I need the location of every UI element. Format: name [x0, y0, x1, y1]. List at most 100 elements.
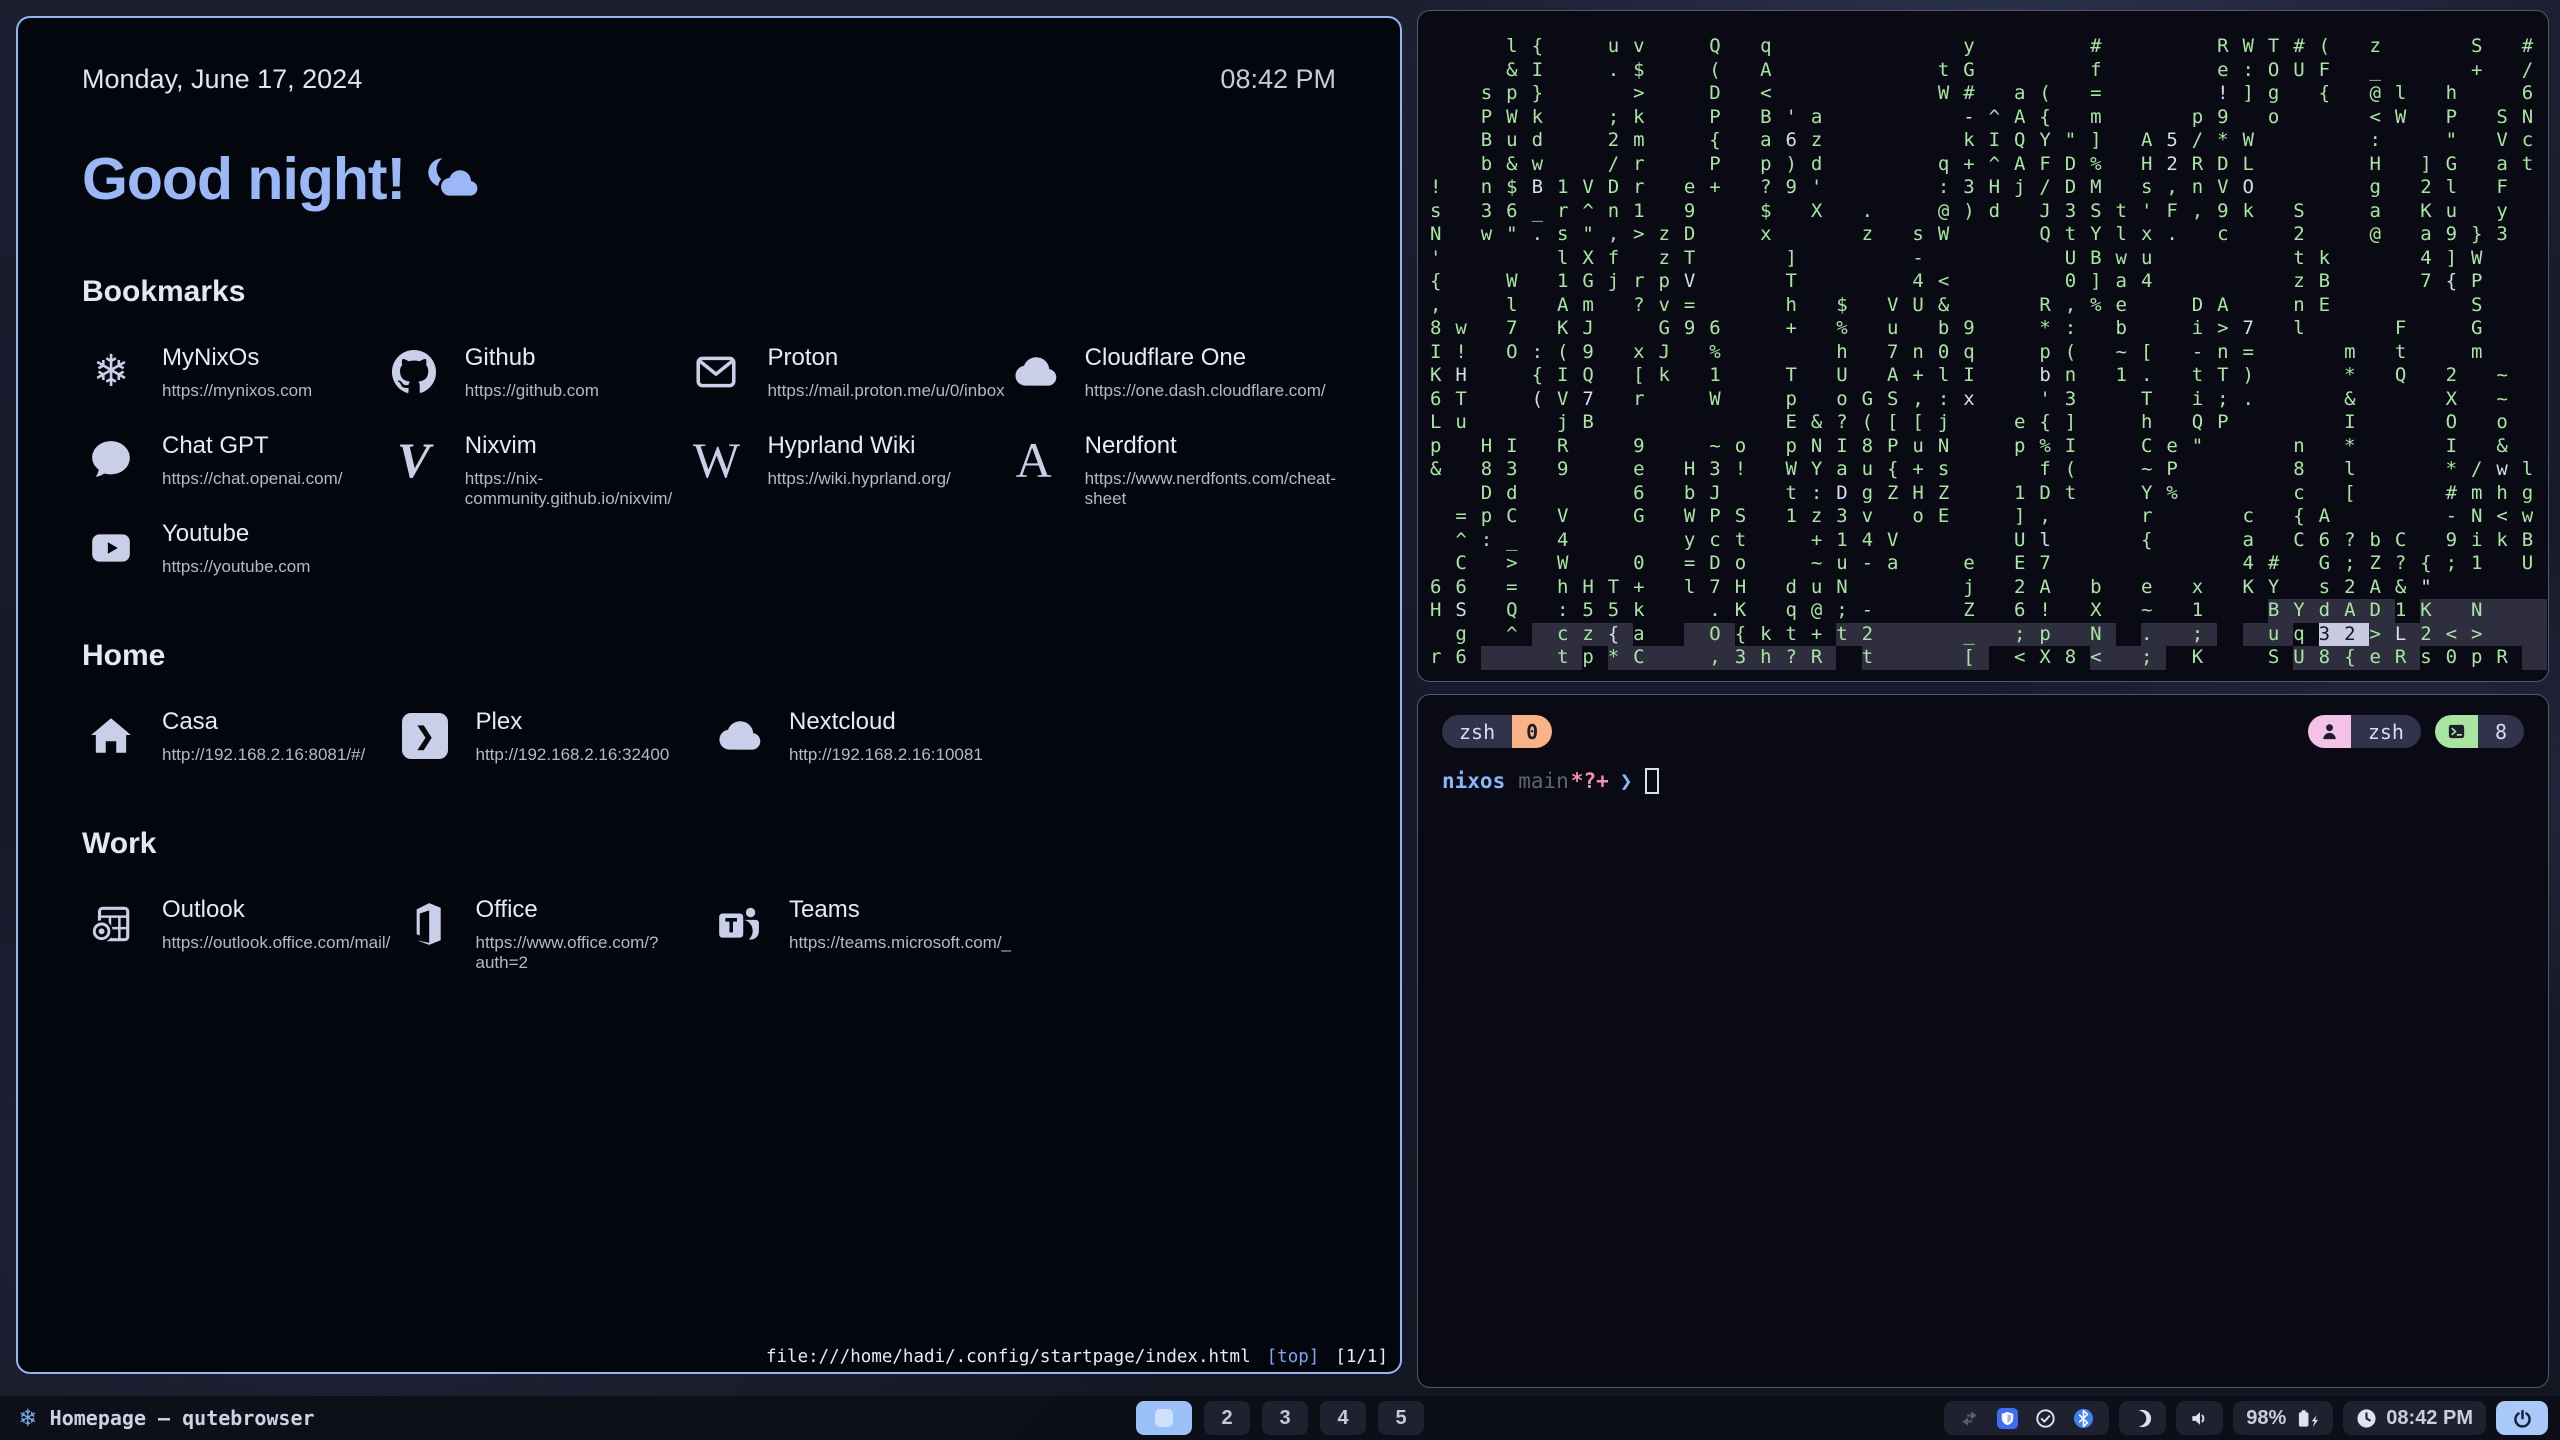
link-title: Hyprland Wiki	[767, 432, 950, 460]
workspace-label: 3	[1279, 1407, 1290, 1430]
bookmark-link[interactable]: Nextcloudhttp://192.168.2.16:10081	[709, 707, 1023, 765]
matrix-row: l{uvQqy#RWT#(zS#	[1430, 35, 2536, 59]
bookmark-link[interactable]: Youtube https://youtube.com	[82, 519, 385, 577]
tmux-statusbar: zsh 0 zsh 8	[1418, 695, 2548, 748]
link-url: https://teams.microsoft.com/_	[789, 933, 1011, 953]
shell-prompt: nixos main *?+ ❯	[1442, 768, 2548, 794]
kdeconnect-icon[interactable]	[1959, 1408, 1980, 1429]
bookmark-link[interactable]: Outlookhttps://outlook.office.com/mail/	[82, 895, 396, 953]
statusbar-scroll-position: [top]	[1267, 1347, 1320, 1367]
link-title: Casa	[162, 708, 365, 736]
qutebrowser-statusbar: file:///home/hadi/.config/startpage/inde…	[766, 1347, 1388, 1367]
workspace-button-4[interactable]: 4	[1320, 1401, 1366, 1435]
youtube-icon	[82, 519, 140, 577]
matrix-row: r6tp*C,3h?Rt[<X8<;KSU8{eRs0pR	[1430, 646, 2536, 670]
link-url: https://nix-community.github.io/nixvim/	[465, 469, 688, 509]
link-title: Plex	[476, 708, 670, 736]
bookmark-link[interactable]: Cloudflare One https://one.dash.cloudflar…	[1005, 343, 1336, 401]
tmux-session-label: 8	[2478, 715, 2524, 748]
link-url: http://192.168.2.16:32400	[476, 745, 670, 765]
links-grid: ❄MyNixOshttps://mynixos.comGithubhttps:/…	[82, 343, 1336, 577]
workspace-button-3[interactable]: 3	[1262, 1401, 1308, 1435]
matrix-row: ,lAm?v=h$VU&R,%eDAnES	[1430, 294, 2536, 318]
user-icon	[2308, 715, 2351, 748]
bookmark-link[interactable]: VNixvimhttps://nix-community.github.io/n…	[385, 431, 688, 489]
terminal-icon	[2435, 715, 2478, 748]
workspace-button-5[interactable]: 5	[1378, 1401, 1424, 1435]
link-title: Youtube	[162, 520, 310, 548]
link-url: https://one.dash.cloudflare.com/	[1085, 381, 1326, 401]
matrix-row: s36_r^n19$X.@)dJ3St'F,9kSaKuy	[1430, 200, 2536, 224]
clock-label: 08:42 PM	[1220, 64, 1336, 95]
cloud-icon	[1005, 343, 1063, 401]
moon-cloud-icon	[423, 145, 483, 213]
teams-icon	[709, 895, 767, 953]
office-icon	[396, 895, 454, 953]
bitwarden-shield-icon[interactable]	[1997, 1408, 2018, 1429]
matrix-row: KH{IQ[k1TUA+lIbn1.tT)*Q2~	[1430, 364, 2536, 388]
link-title: MyNixOs	[162, 344, 312, 372]
bookmark-link[interactable]: Teams https://teams.microsoft.com/_	[709, 895, 1023, 953]
prompt-git-branch: main	[1518, 769, 1569, 793]
workspace-label: 4	[1337, 1407, 1348, 1430]
workspace-switcher: 2 3 4 5	[1136, 1401, 1424, 1435]
link-url: https://www.office.com/?auth=2	[476, 933, 710, 973]
matrix-row: ^:_4yct+14VUl{aC6?bC9ikB	[1430, 529, 2536, 553]
taskbar-clock: 08:42 PM	[2386, 1407, 2473, 1430]
bookmark-link[interactable]: ❯ Plex http://192.168.2.16:32400	[396, 707, 710, 765]
section-title: Home	[82, 639, 1336, 673]
matrix-row: sp}>D<W#a(=!]g{@lh6	[1430, 82, 2536, 106]
matrix-row: HSQ:55k.Kq@;-Z6!X~1BYdAD1KN	[1430, 599, 2536, 623]
bookmark-link[interactable]: WHyprland Wikihttps://wiki.hyprland.org/	[687, 431, 1004, 489]
link-url: https://mail.proton.me/u/0/inbox	[767, 381, 1004, 401]
matrix-row: 66=hHT+l7HduNj2AbexKYs2A&"	[1430, 576, 2536, 600]
link-url: https://www.nerdfonts.com/cheat-sheet	[1085, 469, 1336, 509]
workspace-button-1[interactable]	[1136, 1401, 1192, 1435]
greeting: Good night!	[82, 145, 1336, 213]
bookmark-link[interactable]: ❄MyNixOshttps://mynixos.com	[82, 343, 385, 401]
github-icon	[385, 343, 443, 401]
power-button[interactable]	[2496, 1401, 2548, 1435]
matrix-row: I!O:(9xJ%h7n0qp(~[-n=mtm	[1430, 341, 2536, 365]
greeting-text: Good night!	[82, 145, 405, 213]
link-url: https://youtube.com	[162, 557, 310, 577]
link-url: https://wiki.hyprland.org/	[767, 469, 950, 489]
bluetooth-icon[interactable]	[2073, 1408, 2094, 1429]
volume-widget[interactable]	[2176, 1401, 2223, 1435]
bookmark-link[interactable]: Casahttp://192.168.2.16:8081/#/	[82, 707, 396, 765]
matrix-row: &839eH3!WYau{+sf(~P8l*/wl	[1430, 458, 2536, 482]
clock-icon	[2356, 1408, 2377, 1429]
startpage: Monday, June 17, 2024 08:42 PM Good nigh…	[18, 18, 1400, 1372]
link-title: Cloudflare One	[1085, 344, 1326, 372]
link-title: Teams	[789, 896, 1011, 924]
matrix-row: Nw".s",>zDxzsWQtYlx.c2@a9}3	[1430, 223, 2536, 247]
tmux-window-tab[interactable]: zsh 0	[1442, 715, 1552, 748]
bookmark-link[interactable]: Chat GPThttps://chat.openai.com/	[82, 431, 385, 489]
section-title: Bookmarks	[82, 275, 1336, 309]
taskbar: ❄ Homepage — qutebrowser 2 3 4 5 98% 08:42 …	[0, 1396, 2560, 1440]
bookmark-link[interactable]: Officehttps://www.office.com/?auth=2	[396, 895, 710, 953]
workspace-button-2[interactable]: 2	[1204, 1401, 1250, 1435]
volume-icon	[2189, 1408, 2210, 1429]
clock-widget[interactable]: 08:42 PM	[2343, 1401, 2486, 1435]
link-url: https://github.com	[465, 381, 599, 401]
bookmark-link[interactable]: Githubhttps://github.com	[385, 343, 688, 401]
matrix-row: 6T(V7rWpoGS,:x'3Ti;.&X~	[1430, 388, 2536, 412]
matrix-row: LujBE&?([[je{]hQPIOo	[1430, 411, 2536, 435]
tmux-window-index: 0	[1512, 715, 1552, 748]
link-title: Office	[476, 896, 710, 924]
matrix-row: b&w/rPp)dq+^AFD%H2RDLH]Gat	[1430, 153, 2536, 177]
link-title: Proton	[767, 344, 1004, 372]
bookmark-link[interactable]: ANerdfonthttps://www.nerdfonts.com/cheat…	[1005, 431, 1336, 489]
night-light-toggle[interactable]	[2119, 1401, 2166, 1435]
active-window-title: Homepage — qutebrowser	[50, 1406, 315, 1430]
nixos-logo-icon: ❄	[20, 1405, 36, 1431]
matrix-row: &I.$(AtGfe:OUF_+/	[1430, 59, 2536, 83]
prompt-git-status: *?+	[1571, 769, 1609, 793]
check-circle-icon[interactable]	[2035, 1408, 2056, 1429]
plex-icon: ❯	[396, 707, 454, 765]
battery-widget[interactable]: 98%	[2233, 1401, 2333, 1435]
link-url: https://mynixos.com	[162, 381, 312, 401]
link-title: Nixvim	[465, 432, 688, 460]
bookmark-link[interactable]: Proton https://mail.proton.me/u/0/inbox	[687, 343, 1004, 401]
